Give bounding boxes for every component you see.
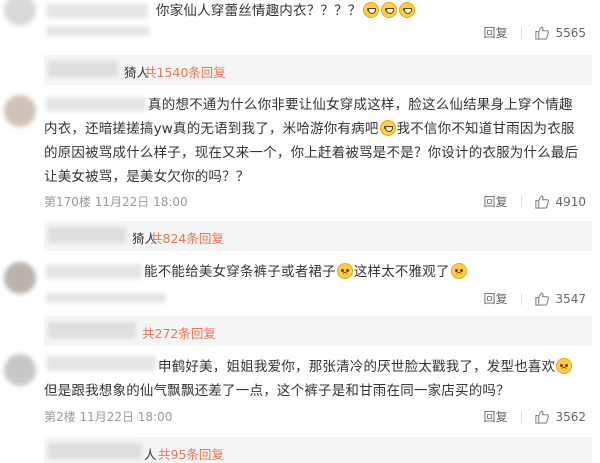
comment-actions: 回复 3562 [483,408,586,425]
like-icon[interactable] [534,291,550,306]
like-count: 4910 [555,194,586,209]
reply-count-link[interactable]: 共95条回复 [158,444,224,463]
emoji-icon [336,263,353,279]
like-count: 3547 [555,291,586,306]
emoji-icon [362,2,379,18]
comment-text: 你家仙人穿蕾丝情趣内衣？？？？ [156,0,536,23]
meta-redacted [46,26,150,36]
emoji-icon [450,263,467,279]
reply-count-link[interactable]: 共272条回复 [142,323,216,342]
emoji-icon [379,120,396,136]
comment-text: 申鹤好美，姐姐我爱你，那张清冷的厌世脸太戳我了，发型也喜欢但是跟我想象的仙气飘飘… [44,355,584,403]
emoji-icon [380,2,397,18]
reply-button[interactable]: 回复 [483,408,507,425]
avatar[interactable] [4,354,36,386]
emoji-icon [398,2,415,18]
comment-text: 能不能给美女穿条裤子或者裙子 这样太不雅观了 [44,260,584,284]
reply-button[interactable]: 回复 [483,290,507,307]
reply-avatar-redacted [48,322,136,338]
comment-text: 真的想不通为什么你非要让仙女穿成这样，脸这么仙结果身上穿个情趣内衣，还暗搓搓搞y… [44,97,579,185]
comment-actions: 回复 4910 [483,193,586,210]
divider [521,410,523,423]
divider [521,195,523,208]
avatar[interactable] [4,95,36,127]
reply-avatar-redacted [48,227,126,243]
comment-actions: 回复 5565 [483,24,586,41]
reply-summary[interactable]: 猗人 共1540条回复 [44,55,592,85]
like-icon[interactable] [534,194,550,209]
reply-button[interactable]: 回复 [483,193,507,210]
reply-summary[interactable]: 猗人 共824条回复 [44,221,592,251]
username-redacted [46,4,148,18]
like-count: 5565 [555,25,586,40]
avatar[interactable] [4,0,36,26]
reply-avatar-redacted [48,61,118,77]
like-icon[interactable] [534,409,550,424]
like-count: 3562 [555,409,586,424]
divider [521,292,523,305]
divider [521,26,523,39]
reply-button[interactable]: 回复 [483,24,507,41]
reply-count-link[interactable]: 共1540条回复 [144,62,226,81]
reply-summary[interactable]: 人 共95条回复 [44,437,592,463]
reply-author: 人 [144,447,157,462]
avatar[interactable] [4,262,36,294]
comment-actions: 回复 3547 [483,290,586,307]
meta-redacted [46,293,166,303]
like-icon[interactable] [534,25,550,40]
comment-meta: 第2楼 11月22日 18:00 [44,410,173,424]
reply-summary[interactable]: 共272条回复 [44,316,592,346]
comment-meta: 第170楼 11月22日 18:00 [44,195,188,209]
emoji-icon [556,358,573,374]
reply-avatar-redacted [48,443,142,459]
reply-count-link[interactable]: 共824条回复 [150,228,224,247]
